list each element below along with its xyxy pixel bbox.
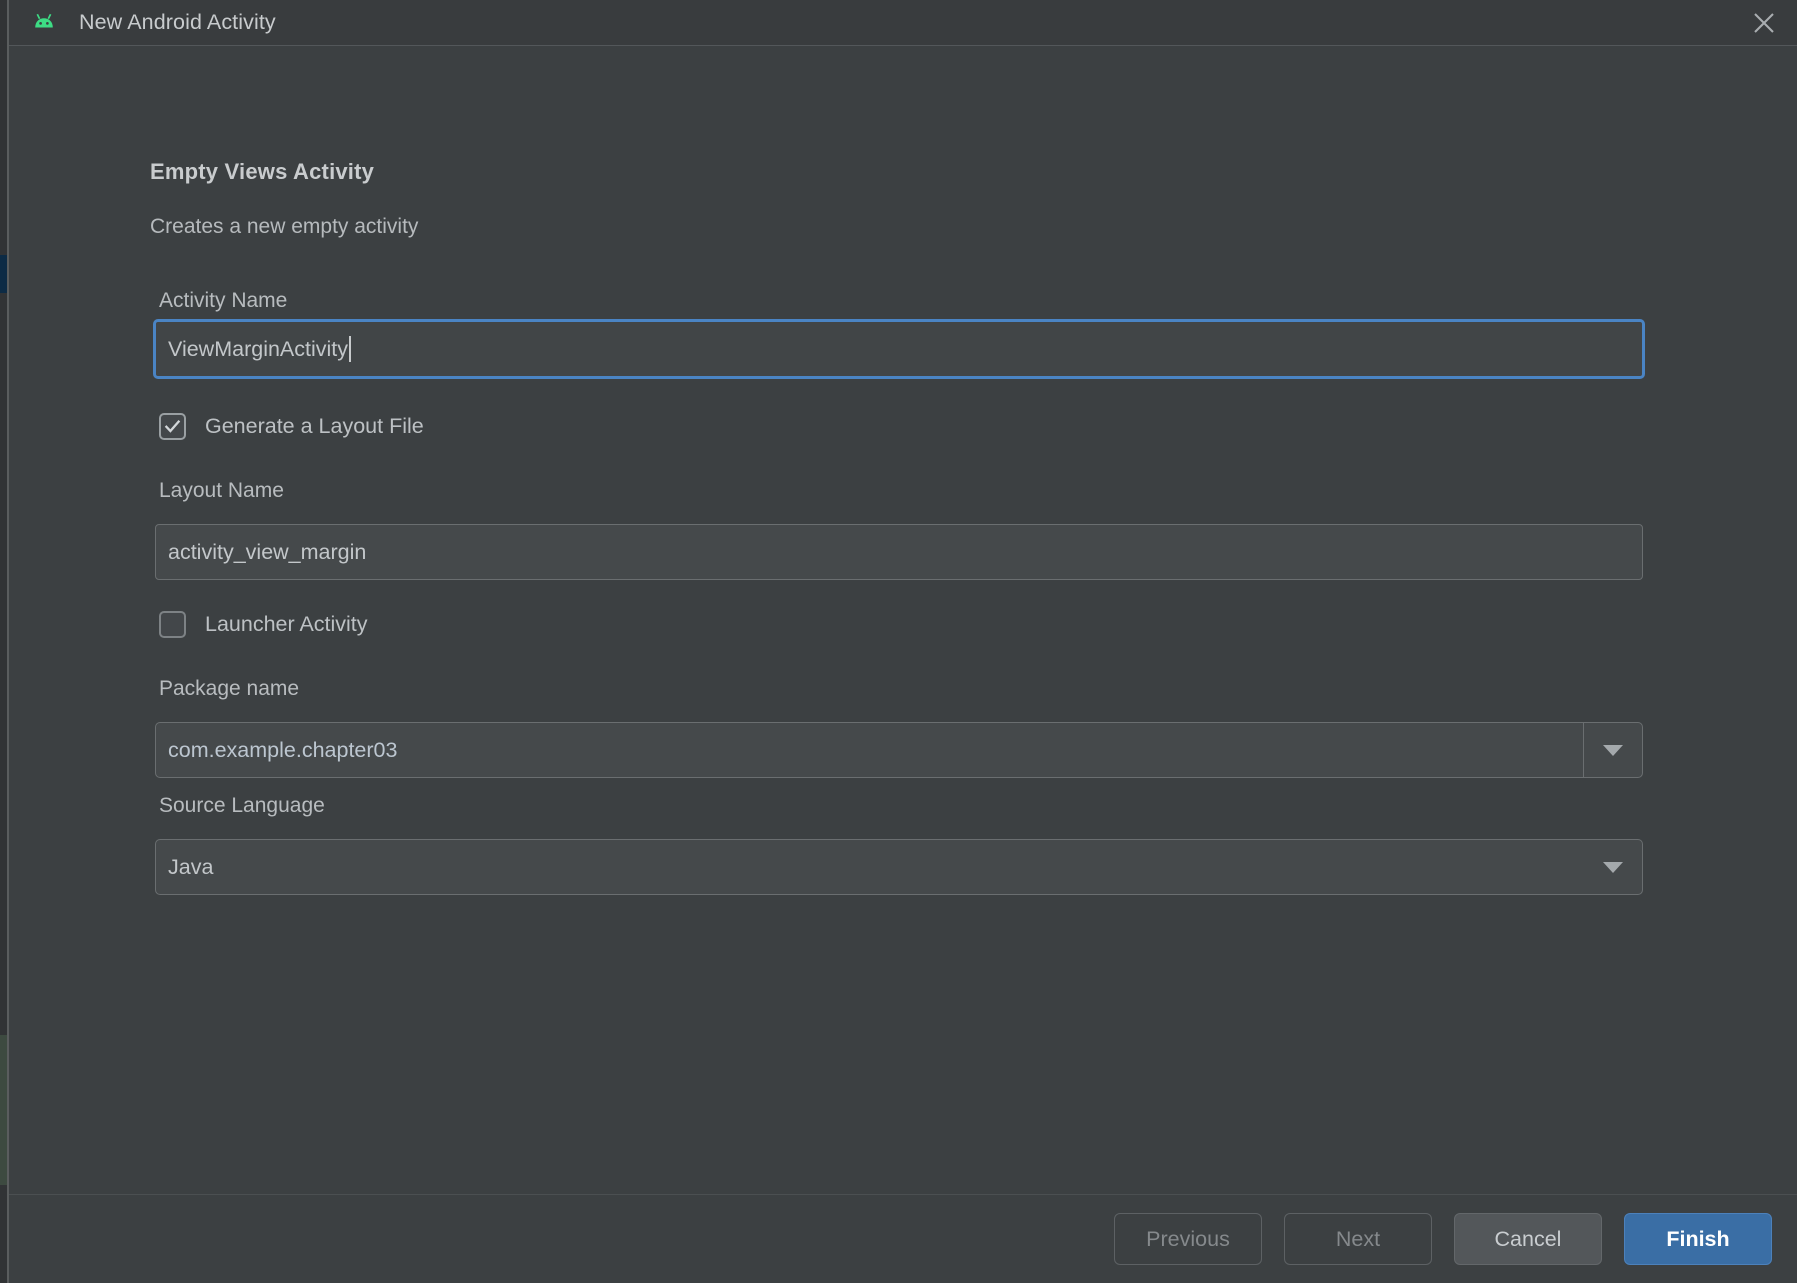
generate-layout-checkbox[interactable] <box>159 413 186 440</box>
dialog-titlebar: New Android Activity <box>9 0 1797 46</box>
launcher-activity-label: Launcher Activity <box>205 612 368 637</box>
page-description: Creates a new empty activity <box>150 215 418 239</box>
next-button[interactable]: Next <box>1284 1213 1432 1265</box>
layout-name-input[interactable]: activity_view_margin <box>155 524 1643 580</box>
layout-name-value: activity_view_margin <box>168 540 366 565</box>
generate-layout-label: Generate a Layout File <box>205 414 424 439</box>
activity-name-value: ViewMarginActivity <box>168 337 348 362</box>
chevron-down-glyph <box>1603 745 1623 756</box>
dialog-button-bar: Previous Next Cancel Finish <box>9 1194 1797 1283</box>
activity-name-label: Activity Name <box>159 289 287 313</box>
chevron-down-icon[interactable] <box>1584 840 1642 894</box>
new-android-activity-dialog: New Android Activity Empty Views Activit… <box>9 0 1797 1283</box>
generate-layout-checkbox-row[interactable]: Generate a Layout File <box>159 413 424 440</box>
ide-marker-strip <box>0 1035 7 1185</box>
text-caret <box>349 336 351 362</box>
package-name-combobox[interactable]: com.example.chapter03 <box>155 722 1643 778</box>
android-robot-icon <box>31 10 57 36</box>
package-name-value: com.example.chapter03 <box>156 738 1583 763</box>
launcher-activity-checkbox-row[interactable]: Launcher Activity <box>159 611 368 638</box>
activity-name-input[interactable]: ViewMarginActivity <box>153 319 1645 379</box>
source-language-value: Java <box>156 855 1584 880</box>
chevron-down-icon[interactable] <box>1583 723 1642 777</box>
close-icon[interactable] <box>1731 0 1797 45</box>
source-language-combobox[interactable]: Java <box>155 839 1643 895</box>
dialog-title: New Android Activity <box>79 10 276 35</box>
package-name-label: Package name <box>159 677 299 701</box>
page-title: Empty Views Activity <box>150 159 374 185</box>
cancel-button[interactable]: Cancel <box>1454 1213 1602 1265</box>
finish-button[interactable]: Finish <box>1624 1213 1772 1265</box>
layout-name-label: Layout Name <box>159 479 284 503</box>
chevron-down-glyph <box>1603 862 1623 873</box>
background-ide-edge <box>0 0 9 1283</box>
ide-selection-strip <box>0 255 7 293</box>
previous-button[interactable]: Previous <box>1114 1213 1262 1265</box>
source-language-label: Source Language <box>159 794 325 818</box>
launcher-activity-checkbox[interactable] <box>159 611 186 638</box>
dialog-content: Empty Views Activity Creates a new empty… <box>9 46 1797 1194</box>
